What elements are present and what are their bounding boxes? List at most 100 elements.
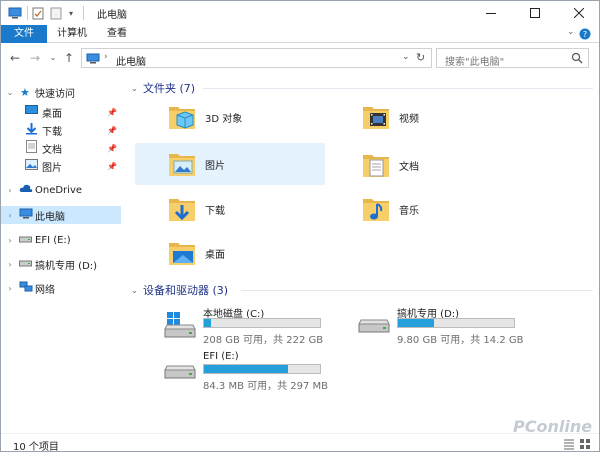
folder-desktop[interactable]: 桌面 bbox=[167, 235, 317, 271]
3d-objects-icon bbox=[167, 101, 197, 134]
folder-music[interactable]: 音乐 bbox=[361, 191, 511, 227]
nav-network[interactable]: › 网络 bbox=[1, 279, 121, 297]
details-view-icon[interactable] bbox=[563, 438, 575, 450]
forward-icon[interactable]: → bbox=[27, 50, 43, 66]
drive-c[interactable]: 本地磁盘 (C:) 208 GB 可用，共 222 GB bbox=[163, 305, 363, 346]
properties-icon[interactable] bbox=[31, 6, 45, 20]
drive-usage-bar bbox=[203, 318, 321, 328]
search-box[interactable]: 搜索"此电脑" bbox=[436, 48, 589, 68]
download-icon bbox=[26, 122, 37, 138]
pin-icon[interactable]: 📌 bbox=[107, 162, 117, 171]
folder-label: 下载 bbox=[205, 205, 225, 217]
group-title: 文件夹 (7) bbox=[143, 82, 196, 95]
breadcrumb-separator-icon: › bbox=[104, 52, 108, 62]
group-title: 设备和驱动器 (3) bbox=[143, 284, 229, 297]
folder-label: 视频 bbox=[399, 113, 419, 125]
drive-usage-fill bbox=[398, 319, 434, 327]
nav-quick-access[interactable]: ⌄ ★ 快速访问 bbox=[1, 83, 121, 101]
folder-label: 图片 bbox=[205, 160, 225, 172]
collapse-arrow-icon[interactable]: ⌄ bbox=[131, 84, 143, 93]
explorer-window: ▾ 此电脑 文件 计算机 查看 ⌄ ? ← → ⌄ ↑ › 此电脑 ⌄ ↻ 搜索… bbox=[0, 0, 600, 452]
folder-pictures[interactable]: 图片 bbox=[135, 143, 325, 185]
help-icon[interactable]: ? bbox=[579, 28, 591, 43]
folder-videos[interactable]: 视频 bbox=[361, 99, 511, 135]
music-folder-icon bbox=[361, 193, 391, 226]
collapsed-arrow-icon[interactable]: › bbox=[5, 260, 15, 269]
content-pane: ⌄ 文件夹 (7) 3D 对象 视频 图片 文档 下载 音乐 桌面 ⌄ 设备和驱… bbox=[123, 75, 599, 431]
minimize-button[interactable] bbox=[469, 1, 513, 25]
nav-label: EFI (E:) bbox=[35, 234, 71, 246]
tab-file[interactable]: 文件 bbox=[1, 25, 47, 43]
collapsed-arrow-icon[interactable]: › bbox=[5, 284, 15, 293]
nav-label: 网络 bbox=[35, 284, 55, 296]
drive-usage-bar bbox=[203, 364, 321, 374]
nav-drive-d[interactable]: › 搞机专用 (D:) bbox=[1, 255, 121, 273]
group-divider bbox=[241, 290, 593, 291]
title-bar: ▾ 此电脑 bbox=[1, 1, 599, 25]
pin-icon[interactable]: 📌 bbox=[107, 108, 117, 117]
collapse-arrow-icon[interactable]: ⌄ bbox=[131, 286, 143, 295]
maximize-button[interactable] bbox=[513, 1, 557, 25]
close-button[interactable] bbox=[557, 1, 599, 25]
nav-this-pc[interactable]: › 此电脑 bbox=[1, 206, 121, 224]
divider bbox=[83, 6, 84, 20]
group-header-folders[interactable]: ⌄ 文件夹 (7) bbox=[131, 80, 195, 96]
this-pc-icon bbox=[7, 6, 23, 20]
drive-space: 84.3 MB 可用，共 297 MB bbox=[203, 381, 329, 392]
address-bar[interactable]: › 此电脑 ⌄ ↻ bbox=[81, 48, 432, 68]
nav-label: 桌面 bbox=[42, 108, 62, 120]
star-icon: ★ bbox=[20, 85, 30, 99]
collapsed-arrow-icon[interactable]: › bbox=[5, 211, 15, 220]
nav-onedrive[interactable]: › OneDrive bbox=[1, 181, 121, 199]
nav-label: OneDrive bbox=[35, 184, 83, 196]
navigation-pane: ⌄ ★ 快速访问 桌面 📌 下载 📌 文档 📌 图片 📌 › OneDrive … bbox=[1, 75, 123, 431]
refresh-icon[interactable]: ↻ bbox=[416, 51, 425, 64]
status-bar: 10 个项目 bbox=[1, 433, 599, 451]
back-icon[interactable]: ← bbox=[7, 50, 23, 66]
pin-icon[interactable]: 📌 bbox=[107, 144, 117, 153]
expanded-arrow-icon[interactable]: ⌄ bbox=[5, 88, 15, 97]
large-icons-view-icon[interactable] bbox=[579, 438, 591, 450]
drive-icon bbox=[163, 361, 197, 384]
drive-usage-bar bbox=[397, 318, 515, 328]
nav-item-desktop[interactable]: 桌面 📌 bbox=[1, 103, 121, 121]
search-input[interactable]: 搜索"此电脑" bbox=[445, 53, 504, 68]
nav-item-pictures[interactable]: 图片 📌 bbox=[1, 157, 121, 175]
folder-label: 桌面 bbox=[205, 249, 225, 261]
folder-documents[interactable]: 文档 bbox=[361, 147, 511, 183]
group-header-drives[interactable]: ⌄ 设备和驱动器 (3) bbox=[131, 282, 228, 298]
drive-efi[interactable]: EFI (E:) 84.3 MB 可用，共 297 MB bbox=[163, 351, 363, 392]
up-icon[interactable]: ↑ bbox=[61, 50, 77, 66]
drive-d[interactable]: 搞机专用 (D:) 9.80 GB 可用，共 14.2 GB bbox=[357, 305, 557, 346]
pictures-icon bbox=[25, 159, 38, 173]
group-divider bbox=[203, 88, 593, 89]
new-folder-icon[interactable] bbox=[49, 6, 63, 20]
drive-usage-fill bbox=[204, 365, 288, 373]
video-folder-icon bbox=[361, 101, 391, 134]
nav-item-downloads[interactable]: 下载 📌 bbox=[1, 121, 121, 139]
folder-3d-objects[interactable]: 3D 对象 bbox=[167, 99, 317, 135]
divider bbox=[27, 6, 28, 20]
tab-computer[interactable]: 计算机 bbox=[47, 25, 97, 43]
pin-icon[interactable]: 📌 bbox=[107, 126, 117, 135]
collapsed-arrow-icon[interactable]: › bbox=[5, 236, 15, 245]
breadcrumb[interactable]: 此电脑 bbox=[116, 53, 146, 68]
nav-label: 搞机专用 (D:) bbox=[35, 260, 98, 272]
collapsed-arrow-icon[interactable]: › bbox=[5, 186, 15, 195]
nav-label: 此电脑 bbox=[35, 211, 65, 223]
qa-dropdown-icon[interactable]: ▾ bbox=[65, 6, 77, 20]
nav-drive-efi[interactable]: › EFI (E:) bbox=[1, 231, 121, 249]
nav-label: 文档 bbox=[42, 144, 62, 156]
chevron-down-icon[interactable]: ⌄ bbox=[567, 27, 575, 37]
nav-label: 下载 bbox=[42, 126, 62, 138]
tab-view[interactable]: 查看 bbox=[97, 25, 137, 43]
drive-icon bbox=[357, 315, 391, 338]
ribbon-tabs: 文件 计算机 查看 ⌄ ? bbox=[1, 25, 599, 43]
nav-item-documents[interactable]: 文档 📌 bbox=[1, 139, 121, 157]
folder-downloads[interactable]: 下载 bbox=[167, 191, 317, 227]
search-icon[interactable] bbox=[571, 52, 583, 67]
nav-label: 快速访问 bbox=[35, 88, 75, 100]
svg-text:?: ? bbox=[583, 30, 587, 39]
recent-icon[interactable]: ⌄ bbox=[45, 50, 61, 66]
address-dropdown-icon[interactable]: ⌄ bbox=[402, 52, 410, 62]
